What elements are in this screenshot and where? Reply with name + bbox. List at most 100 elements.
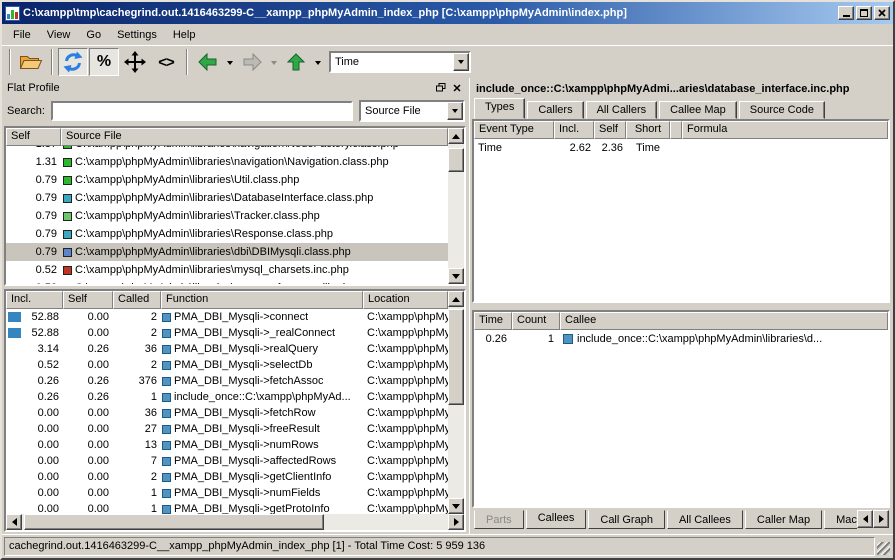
scrollbar-thumb[interactable]: [448, 309, 464, 405]
menu-go[interactable]: Go: [78, 26, 109, 44]
minimize-button[interactable]: [838, 6, 854, 20]
reload-button[interactable]: [58, 48, 88, 76]
column-header-location[interactable]: Location: [363, 291, 448, 309]
dock-move-button[interactable]: [120, 48, 150, 76]
cost-color-icon: [63, 212, 72, 221]
tab-callees[interactable]: Callees: [526, 510, 587, 529]
forward-dropdown-button[interactable]: [268, 48, 280, 76]
scrollbar-thumb[interactable]: [448, 148, 464, 172]
combobox-arrow-button[interactable]: [453, 53, 469, 71]
column-header-incl[interactable]: Incl.: [6, 291, 63, 309]
event-type-combobox[interactable]: Time: [329, 51, 471, 73]
group-combobox[interactable]: Source File: [359, 100, 465, 122]
scroll-up-button[interactable]: [448, 128, 464, 144]
back-dropdown-button[interactable]: [224, 48, 236, 76]
column-header-self[interactable]: Self: [594, 121, 626, 139]
open-file-button[interactable]: [16, 48, 46, 76]
arrow-up-icon: [452, 293, 460, 302]
table-row[interactable]: 0.79C:\xampp\phpMyAdmin\libraries\Respon…: [6, 225, 448, 243]
table-row[interactable]: 0.52C:\xampp\phpMyAdmin\libraries\mysql_…: [6, 261, 448, 279]
dock-close-icon[interactable]: [453, 84, 461, 92]
table-row[interactable]: 0.52C:\xampp\phpMyAdmin\libraries\user_p…: [6, 279, 448, 284]
table-row[interactable]: 52.880.002PMA_DBI_Mysqli->connectC:\xamp…: [6, 309, 448, 325]
scrollbar-thumb[interactable]: [24, 514, 324, 530]
column-header-incl[interactable]: Incl.: [554, 121, 594, 139]
table-row[interactable]: 0.000.0027PMA_DBI_Mysqli->freeResultC:\x…: [6, 421, 448, 437]
menu-view[interactable]: View: [39, 26, 79, 44]
tab-scroll-right-button[interactable]: [873, 510, 889, 528]
table-row[interactable]: 0.000.001PMA_DBI_Mysqli->getProtoInfoC:\…: [6, 501, 448, 514]
table-row[interactable]: Time 2.62 2.36 Time: [474, 139, 888, 156]
table-row[interactable]: 0.000.0036PMA_DBI_Mysqli->fetchRowC:\xam…: [6, 405, 448, 421]
table-row[interactable]: 3.140.2636PMA_DBI_Mysqli->realQueryC:\xa…: [6, 341, 448, 357]
relative-cost-button[interactable]: <>: [151, 48, 181, 76]
column-header-self[interactable]: Self: [63, 291, 113, 309]
vertical-scrollbar[interactable]: [448, 291, 464, 514]
tab-callee-map[interactable]: Callee Map: [659, 101, 737, 119]
tab-all-callees[interactable]: All Callees: [667, 510, 743, 529]
column-header-source-file[interactable]: Source File: [61, 128, 448, 146]
column-header-short[interactable]: Short: [626, 121, 670, 139]
tab-callers[interactable]: Callers: [527, 101, 583, 119]
tab-machine-code[interactable]: Machine: [824, 510, 857, 529]
table-row[interactable]: 0.260.26376PMA_DBI_Mysqli->fetchAssocC:\…: [6, 373, 448, 389]
menu-file[interactable]: File: [5, 26, 39, 44]
tab-source-code[interactable]: Source Code: [739, 101, 825, 119]
menu-help[interactable]: Help: [165, 26, 204, 44]
up-button[interactable]: [281, 48, 311, 76]
scroll-down-button[interactable]: [448, 268, 464, 284]
tab-types[interactable]: Types: [474, 98, 525, 119]
column-header-formula[interactable]: Formula: [682, 121, 888, 139]
table-row[interactable]: 0.000.002PMA_DBI_Mysqli->getClientInfoC:…: [6, 469, 448, 485]
cost-bar-icon: [8, 408, 21, 418]
cost-bar-icon: [8, 488, 21, 498]
table-row[interactable]: 0.000.001PMA_DBI_Mysqli->numFieldsC:\xam…: [6, 485, 448, 501]
scroll-right-button[interactable]: [448, 514, 464, 530]
table-row[interactable]: 52.880.002PMA_DBI_Mysqli->_realConnectC:…: [6, 325, 448, 341]
column-header-self[interactable]: Self: [6, 128, 61, 146]
resize-grip[interactable]: [877, 542, 890, 555]
scroll-down-button[interactable]: [448, 498, 464, 514]
close-button[interactable]: [874, 6, 890, 20]
float-dock-icon[interactable]: [436, 83, 446, 92]
tab-caller-map[interactable]: Caller Map: [745, 510, 822, 529]
splitter-handle[interactable]: [471, 303, 891, 310]
table-row[interactable]: 0.79C:\xampp\phpMyAdmin\libraries\Tracke…: [6, 207, 448, 225]
tab-call-graph[interactable]: Call Graph: [588, 510, 665, 529]
up-dropdown-button[interactable]: [312, 48, 324, 76]
column-header-count[interactable]: Count: [512, 312, 560, 330]
column-header-function[interactable]: Function: [161, 291, 363, 309]
table-row[interactable]: 0.000.0013PMA_DBI_Mysqli->numRowsC:\xamp…: [6, 437, 448, 453]
scroll-left-button[interactable]: [6, 514, 22, 530]
search-input[interactable]: [51, 101, 353, 121]
table-row[interactable]: 1.37C:\xampp\phpMyAdmin\libraries\naviga…: [6, 146, 448, 153]
menu-settings[interactable]: Settings: [109, 26, 165, 44]
table-row[interactable]: 0.000.007PMA_DBI_Mysqli->affectedRowsC:\…: [6, 453, 448, 469]
vertical-scrollbar[interactable]: [448, 128, 464, 284]
table-row[interactable]: 0.520.002PMA_DBI_Mysqli->selectDbC:\xamp…: [6, 357, 448, 373]
column-header-blank[interactable]: [670, 121, 682, 139]
function-icon: [162, 441, 171, 450]
table-row[interactable]: 0.26 1 include_once::C:\xampp\phpMyAdmin…: [474, 330, 888, 347]
column-header-callee[interactable]: Callee: [560, 312, 888, 330]
tab-all-callers[interactable]: All Callers: [586, 101, 658, 119]
column-header-time[interactable]: Time: [474, 312, 512, 330]
back-button[interactable]: [193, 48, 223, 76]
table-row[interactable]: 0.79C:\xampp\phpMyAdmin\libraries\Databa…: [6, 189, 448, 207]
combobox-arrow-button[interactable]: [447, 102, 463, 120]
table-row-selected[interactable]: 0.79C:\xampp\phpMyAdmin\libraries\dbi\DB…: [6, 243, 448, 261]
search-row: Search: Source File: [4, 96, 466, 126]
table-row[interactable]: 0.79C:\xampp\phpMyAdmin\libraries\Util.c…: [6, 171, 448, 189]
maximize-button[interactable]: [856, 6, 872, 20]
cost-color-icon: [63, 230, 72, 239]
scroll-up-button[interactable]: [448, 291, 464, 307]
horizontal-scrollbar[interactable]: [6, 514, 464, 530]
percent-toggle-button[interactable]: %: [89, 48, 119, 76]
forward-button[interactable]: [237, 48, 267, 76]
column-header-event-type[interactable]: Event Type: [474, 121, 554, 139]
app-icon: [5, 6, 20, 21]
table-row[interactable]: 1.31C:\xampp\phpMyAdmin\libraries\naviga…: [6, 153, 448, 171]
column-header-called[interactable]: Called: [113, 291, 161, 309]
tab-scroll-left-button[interactable]: [857, 510, 873, 528]
table-row[interactable]: 0.260.261include_once::C:\xampp\phpMyAd.…: [6, 389, 448, 405]
